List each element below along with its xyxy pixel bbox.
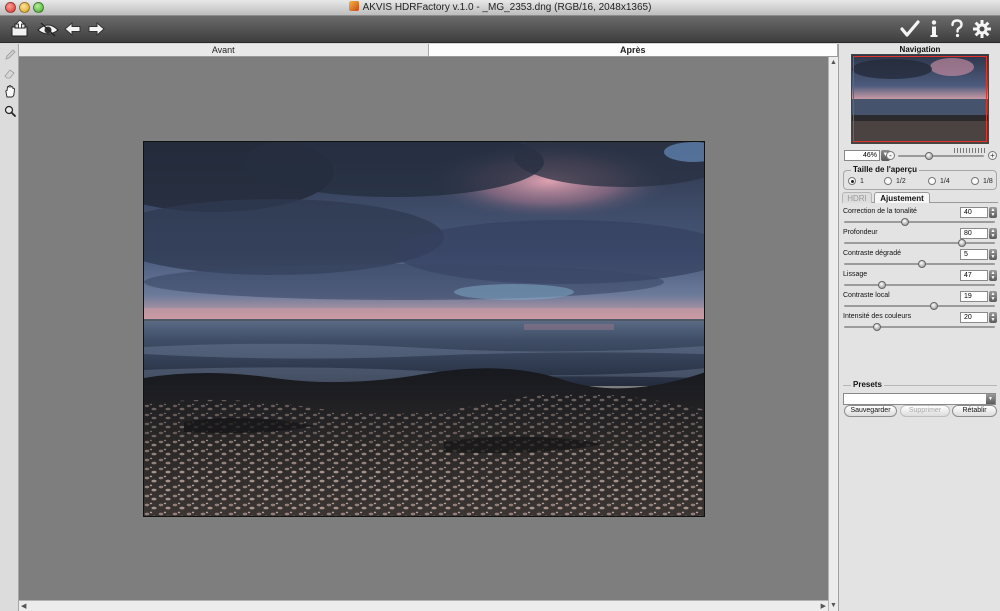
window-title: AKVIS HDRFactory v.1.0 - _MG_2353.dng (R…: [362, 2, 652, 13]
eye-icon[interactable]: [36, 18, 60, 40]
info-icon[interactable]: [922, 18, 946, 40]
processed-photo: [143, 141, 705, 517]
presets-dropdown-icon[interactable]: ▼: [986, 394, 995, 404]
radio-dot: [848, 177, 856, 185]
param-row: Intensité des couleurs 20 ▲ ▼: [843, 312, 997, 333]
arrow-left-icon[interactable]: [61, 18, 85, 40]
radio-dot: [884, 177, 892, 185]
param-label: Contraste local: [843, 292, 890, 299]
radio-preview-1-2[interactable]: 1/2: [884, 177, 906, 185]
param-label: Profondeur: [843, 229, 878, 236]
app-logo-icon: [348, 1, 359, 11]
param-slider[interactable]: [844, 305, 995, 307]
param-row: Contraste local 19 ▲ ▼: [843, 291, 997, 312]
reset-preset-button[interactable]: Rétablir: [952, 405, 997, 417]
param-value-field[interactable]: 40: [960, 207, 988, 218]
radio-label: 1/8: [983, 177, 993, 185]
radio-preview-1-8[interactable]: 1/8: [971, 177, 993, 185]
image-canvas[interactable]: [19, 57, 828, 600]
param-label: Lissage: [843, 271, 868, 278]
eraser-icon[interactable]: [2, 65, 17, 80]
radio-preview-1-4[interactable]: 1/4: [928, 177, 950, 185]
param-stepper-icon[interactable]: ▲ ▼: [989, 249, 997, 260]
param-stepper-icon[interactable]: ▲ ▼: [989, 228, 997, 239]
zoom-icon[interactable]: [2, 103, 17, 118]
param-slider[interactable]: [844, 284, 995, 286]
open-icon[interactable]: [8, 18, 32, 40]
radio-label: 1/4: [940, 177, 950, 185]
param-value-field[interactable]: 19: [960, 291, 988, 302]
param-stepper-icon[interactable]: ▲ ▼: [989, 312, 997, 323]
param-label: Intensité des couleurs: [843, 313, 912, 320]
pencil-icon[interactable]: [2, 47, 17, 62]
zoom-slider[interactable]: [898, 155, 984, 157]
hand-icon[interactable]: [2, 84, 17, 99]
param-row: Lissage 47 ▲ ▼: [843, 270, 997, 291]
param-slider-thumb[interactable]: [918, 260, 926, 268]
radio-dot: [928, 177, 936, 185]
param-slider[interactable]: [844, 221, 995, 223]
zoom-tick-marks: [954, 148, 986, 153]
presets-select[interactable]: ▼: [843, 393, 996, 405]
tab-after[interactable]: Après: [428, 44, 838, 56]
radio-label: 1/2: [896, 177, 906, 185]
panel-tabs: HDRI Ajustement: [842, 192, 998, 203]
before-after-tabs: Avant Après: [19, 44, 838, 57]
zoom-in-button[interactable]: +: [988, 151, 997, 160]
main-toolbar: [0, 16, 1000, 43]
preview-size-group: Taille de l'aperçu 1 1/2 1/4 1/8: [843, 165, 997, 190]
radio-preview-1[interactable]: 1: [848, 177, 864, 185]
tab-before[interactable]: Avant: [19, 44, 429, 56]
param-row: Correction de la tonalité 40 ▲ ▼: [843, 207, 997, 228]
zoom-slider-thumb[interactable]: [925, 152, 933, 160]
param-slider-thumb[interactable]: [901, 218, 909, 226]
param-slider-thumb[interactable]: [878, 281, 886, 289]
param-value-field[interactable]: 47: [960, 270, 988, 281]
scroll-left-icon[interactable]: ◀: [21, 602, 26, 610]
help-icon[interactable]: [945, 18, 969, 40]
scroll-down-icon[interactable]: ▼: [830, 602, 837, 609]
param-row: Profondeur 80 ▲ ▼: [843, 228, 997, 249]
tool-strip: [0, 44, 19, 611]
presets-title: Presets: [851, 380, 884, 389]
horizontal-scrollbar[interactable]: ◀ ▶: [19, 600, 828, 611]
viewport-indicator[interactable]: [853, 56, 987, 142]
vertical-scrollbar[interactable]: ▲ ▼: [828, 57, 838, 611]
param-stepper-icon[interactable]: ▲ ▼: [989, 270, 997, 281]
settings-panel: Navigation 46% ▼ - + Taille de l'aperçu …: [838, 44, 1000, 611]
scroll-up-icon[interactable]: ▲: [830, 59, 837, 66]
window-title-area: AKVIS HDRFactory v.1.0 - _MG_2353.dng (R…: [0, 0, 1000, 16]
save-preset-button[interactable]: Sauvegarder: [844, 405, 897, 417]
param-slider[interactable]: [844, 326, 995, 328]
gear-icon[interactable]: [970, 18, 994, 40]
param-slider-thumb[interactable]: [873, 323, 881, 331]
param-value-field[interactable]: 5: [960, 249, 988, 260]
zoom-level-field[interactable]: 46%: [844, 150, 880, 161]
navigation-thumbnail[interactable]: [851, 54, 989, 144]
title-bar: AKVIS HDRFactory v.1.0 - _MG_2353.dng (R…: [0, 0, 1000, 16]
navigation-title: Navigation: [899, 45, 941, 54]
tab-adjustment[interactable]: Ajustement: [874, 192, 930, 203]
param-label: Contraste dégradé: [843, 250, 901, 257]
delete-preset-button[interactable]: Supprimer: [900, 405, 950, 417]
zoom-out-button[interactable]: -: [886, 151, 895, 160]
param-stepper-icon[interactable]: ▲ ▼: [989, 207, 997, 218]
arrow-right-icon[interactable]: [84, 18, 108, 40]
param-slider-thumb[interactable]: [958, 239, 966, 247]
param-row: Contraste dégradé 5 ▲ ▼: [843, 249, 997, 270]
param-value-field[interactable]: 80: [960, 228, 988, 239]
radio-label: 1: [860, 177, 864, 185]
checkmark-icon[interactable]: [898, 18, 922, 40]
tab-hdri[interactable]: HDRI: [842, 192, 872, 203]
param-slider[interactable]: [844, 242, 995, 244]
scroll-right-icon[interactable]: ▶: [821, 602, 826, 610]
param-value-field[interactable]: 20: [960, 312, 988, 323]
radio-dot: [971, 177, 979, 185]
param-slider-thumb[interactable]: [930, 302, 938, 310]
param-stepper-icon[interactable]: ▲ ▼: [989, 291, 997, 302]
param-label: Correction de la tonalité: [843, 208, 917, 215]
preview-size-title: Taille de l'aperçu: [851, 165, 919, 174]
